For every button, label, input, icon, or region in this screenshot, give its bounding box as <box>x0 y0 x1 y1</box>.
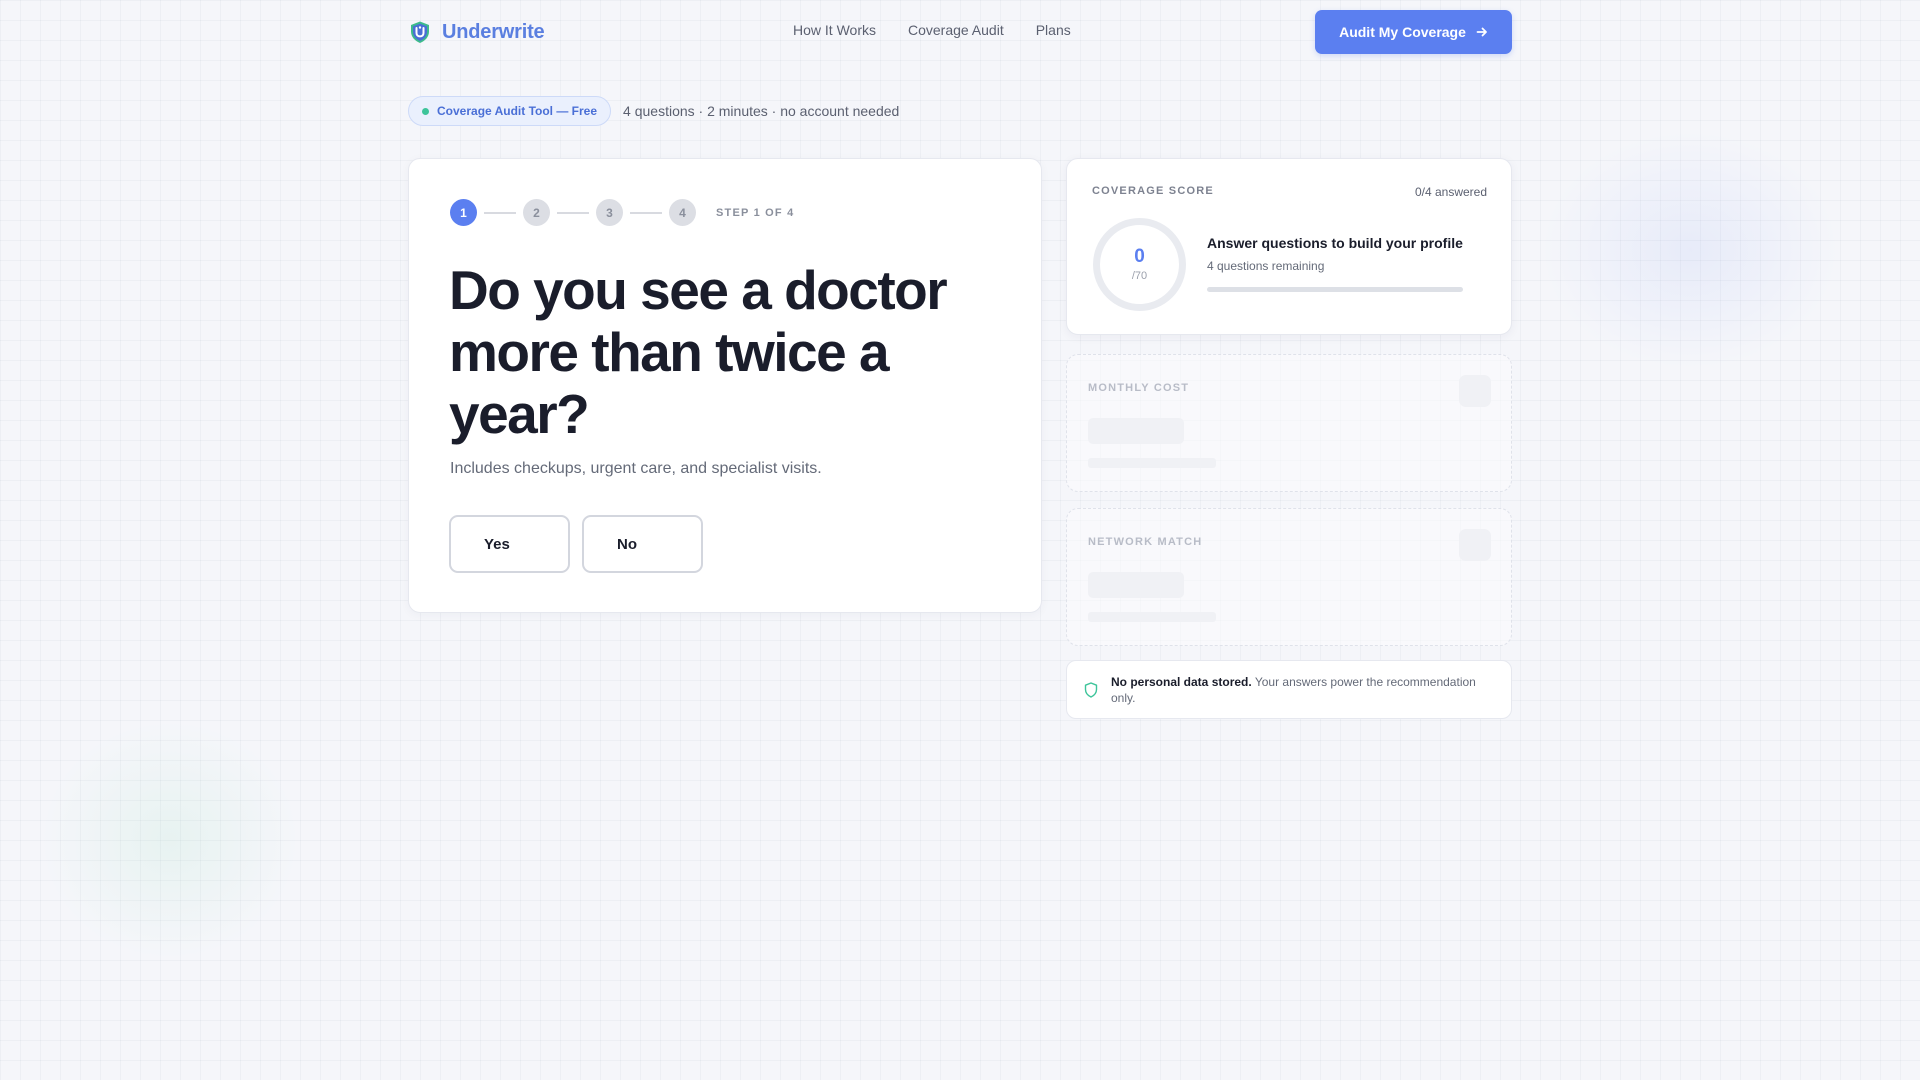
step-connector <box>557 211 589 214</box>
privacy-strong-text: No personal data stored. <box>1111 674 1252 689</box>
main-nav: How It Works Coverage Audit Plans <box>793 22 1071 38</box>
top-navbar: Underwrite How It Works Coverage Audit P… <box>408 10 1512 54</box>
privacy-text: No personal data stored. Your answers po… <box>1111 674 1483 706</box>
intro-row: Coverage Audit Tool — Free 4 questions ·… <box>408 96 899 126</box>
nav-coverage-audit[interactable]: Coverage Audit <box>908 22 1004 38</box>
background-glow <box>1540 130 1840 370</box>
profile-progress-bar <box>1207 287 1463 292</box>
score-ring: 0 /70 <box>1093 218 1186 311</box>
step-4: 4 <box>669 199 696 226</box>
monthly-cost-card-locked: MONTHLY COST <box>1066 354 1512 492</box>
placeholder-icon <box>1459 529 1491 561</box>
coverage-score-title: COVERAGE SCORE <box>1092 185 1214 197</box>
step-label: STEP 1 OF 4 <box>716 206 795 219</box>
step-connector <box>484 211 516 214</box>
profile-title: Answer questions to build your profile <box>1207 235 1463 251</box>
step-connector <box>630 211 662 214</box>
score-max: /70 <box>1131 270 1148 282</box>
skeleton-line <box>1088 458 1216 468</box>
nav-plans[interactable]: Plans <box>1036 22 1071 38</box>
network-match-card-locked: NETWORK MATCH <box>1066 508 1512 646</box>
status-dot-icon <box>422 107 429 115</box>
monthly-cost-title: MONTHLY COST <box>1088 382 1190 394</box>
placeholder-icon <box>1459 375 1491 407</box>
nav-how-it-works[interactable]: How It Works <box>793 22 876 38</box>
answer-options: Yes No <box>449 515 703 573</box>
skeleton-value <box>1088 572 1184 598</box>
network-match-title: NETWORK MATCH <box>1088 536 1203 548</box>
questions-remaining: 4 questions remaining <box>1207 259 1325 273</box>
intro-meta: 4 questions · 2 minutes · no account nee… <box>623 103 900 119</box>
skeleton-line <box>1088 612 1216 622</box>
score-value: 0 <box>1134 246 1145 267</box>
question-card: 1 2 3 4 STEP 1 OF 4 Do you see a doctor … <box>408 158 1042 613</box>
arrow-right-icon <box>1476 27 1487 37</box>
answered-count: 0/4 answered <box>1414 185 1487 199</box>
audit-my-coverage-button[interactable]: Audit My Coverage <box>1315 10 1512 54</box>
answer-yes-button[interactable]: Yes <box>449 515 570 573</box>
background-glow <box>40 720 300 960</box>
privacy-note: No personal data stored. Your answers po… <box>1066 660 1512 719</box>
step-3: 3 <box>596 199 623 226</box>
brand[interactable]: Underwrite <box>408 20 545 44</box>
tool-badge: Coverage Audit Tool — Free <box>408 96 612 126</box>
question-subtext: Includes checkups, urgent care, and spec… <box>450 460 822 477</box>
step-progress: 1 2 3 4 STEP 1 OF 4 <box>450 199 794 226</box>
step-1: 1 <box>450 199 477 226</box>
brand-name: Underwrite <box>442 20 545 43</box>
question-heading: Do you see a doctor more than twice a ye… <box>449 259 948 445</box>
audit-my-coverage-label: Audit My Coverage <box>1339 24 1466 40</box>
answer-no-button[interactable]: No <box>582 515 703 573</box>
shield-icon <box>1084 681 1098 698</box>
skeleton-value <box>1088 418 1184 444</box>
tool-badge-label: Coverage Audit Tool — Free <box>437 104 598 118</box>
shield-logo-icon <box>411 21 429 43</box>
step-2: 2 <box>523 199 550 226</box>
coverage-score-card: COVERAGE SCORE 0/4 answered 0 /70 Answer… <box>1066 158 1512 335</box>
